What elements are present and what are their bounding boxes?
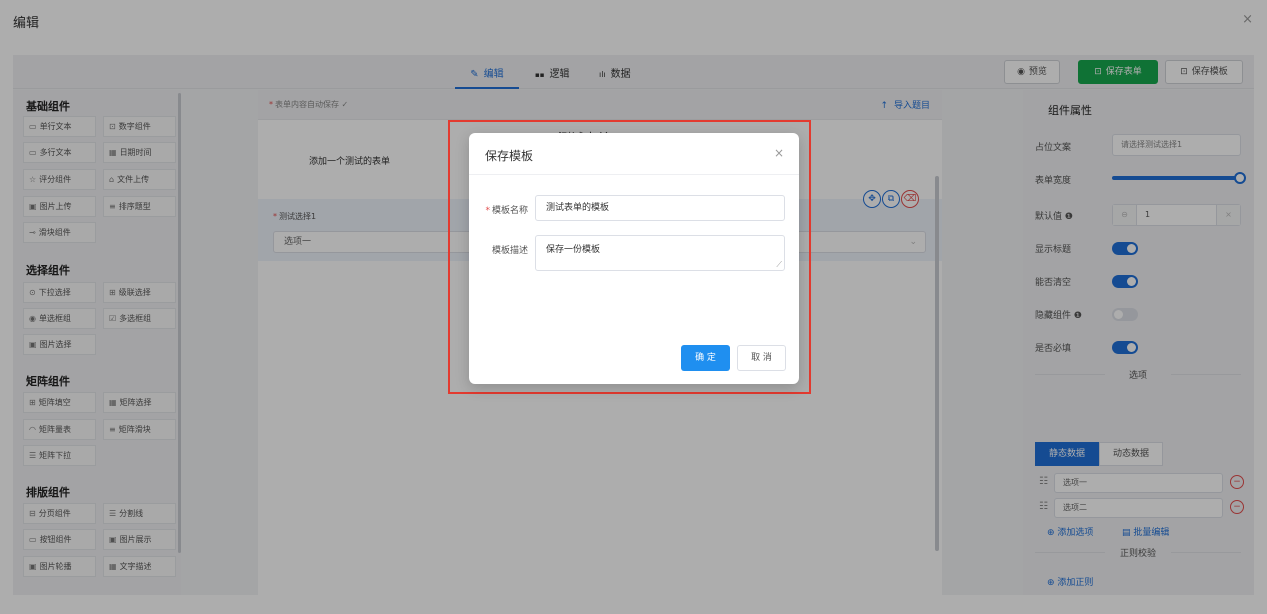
template-name-input[interactable]: 测试表单的模板 [535,195,785,221]
template-desc-label: 模板描述 [491,246,528,256]
close-icon[interactable]: × [774,146,784,160]
dialog-title: 保存模板 [485,149,534,163]
resize-handle-icon[interactable]: ⟋ [776,260,782,270]
cancel-button[interactable]: 取 消 [737,345,786,371]
confirm-button[interactable]: 确 定 [681,345,730,371]
dialog-divider [469,174,799,175]
template-desc-textarea[interactable]: 保存一份模板 ⟋ [535,235,785,271]
template-name-label: * 模板名称 [485,206,528,216]
save-template-dialog: 保存模板 × * 模板名称 测试表单的模板 模板描述 保存一份模板 ⟋ 确 定 取… [469,133,799,384]
